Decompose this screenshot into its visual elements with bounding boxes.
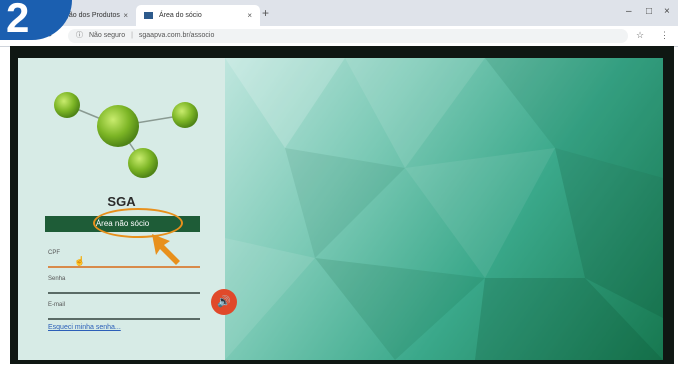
- molecule-logo-icon: [54, 92, 198, 178]
- minimize-button[interactable]: –: [626, 6, 632, 17]
- polygon-pattern: [225, 58, 663, 360]
- field-underline: [48, 318, 200, 320]
- cpf-label: CPF: [48, 250, 60, 256]
- star-icon[interactable]: ☆: [636, 30, 644, 41]
- favicon-icon: [144, 11, 153, 19]
- decorative-background: [225, 58, 663, 360]
- senha-label: Senha: [48, 276, 66, 282]
- app-title: SGA: [107, 194, 136, 209]
- login-panel: SGA Área não sócio CPF Senha E-mail Esqu…: [18, 58, 225, 360]
- menu-icon[interactable]: ⋮: [660, 30, 669, 41]
- senha-field[interactable]: Senha: [48, 276, 200, 294]
- browser-tab-bar: ...ição dos Produtos × Área do sócio × +…: [0, 0, 678, 26]
- tab-area-do-socio[interactable]: Área do sócio ×: [136, 5, 260, 26]
- url-text: sgaapva.com.br/associo: [138, 32, 215, 39]
- audio-button[interactable]: 🔊: [211, 289, 237, 315]
- page-viewport: SGA Área não sócio CPF Senha E-mail Esqu…: [18, 58, 663, 360]
- mouse-cursor-icon: ☝: [74, 256, 86, 266]
- security-status: Não seguro: [88, 32, 126, 39]
- new-tab-button[interactable]: +: [262, 6, 269, 20]
- maximize-button[interactable]: □: [646, 6, 652, 17]
- tab-label: Área do sócio: [158, 12, 202, 19]
- close-tab-icon[interactable]: ×: [123, 5, 128, 26]
- forgot-password-link[interactable]: Esqueci minha senha...: [48, 324, 121, 331]
- url-field[interactable]: ⓘ Não seguro | sgaapva.com.br/associo: [68, 29, 628, 43]
- step-number: 2: [6, 0, 30, 41]
- pointer-arrow-icon: [152, 234, 180, 265]
- email-label: E-mail: [48, 302, 66, 308]
- email-field[interactable]: E-mail: [48, 302, 200, 320]
- field-underline: [48, 292, 200, 294]
- close-tab-icon[interactable]: ×: [247, 5, 252, 26]
- address-bar-row: ← → ⟳ ⓘ Não seguro | sgaapva.com.br/asso…: [0, 26, 678, 47]
- speaker-icon: 🔊: [217, 296, 231, 308]
- info-icon: ⓘ: [76, 32, 83, 39]
- close-window-button[interactable]: ×: [664, 6, 670, 17]
